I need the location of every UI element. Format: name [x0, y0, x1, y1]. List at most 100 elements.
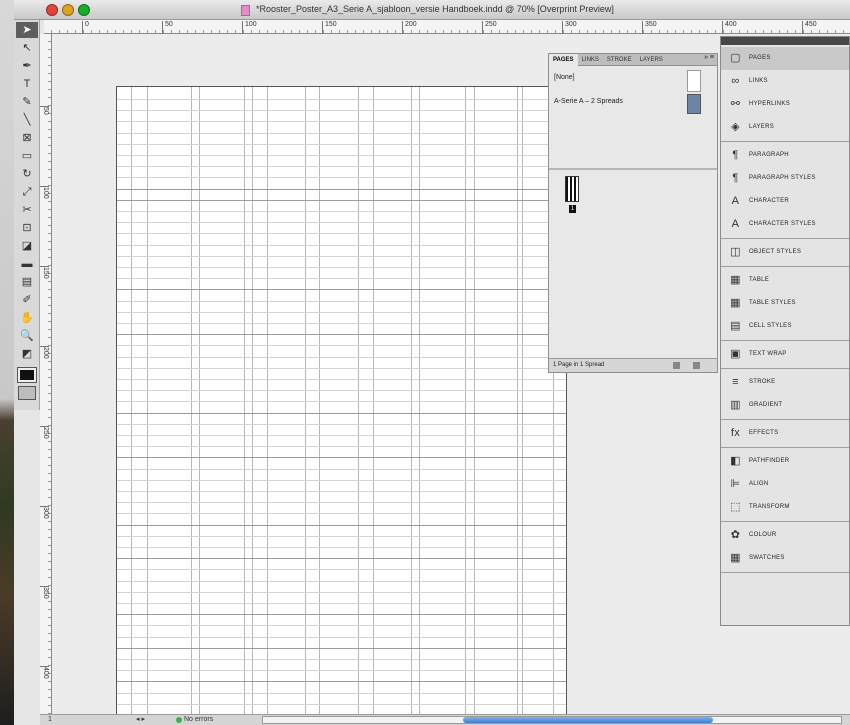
dock-item-hyperlinks[interactable]: ⚯ HYPERLINKS	[721, 93, 849, 116]
new-page-icon[interactable]	[673, 362, 680, 369]
dock-item-character-styles[interactable]: A CHARACTER STYLES	[721, 213, 849, 236]
column-guide[interactable]	[199, 87, 200, 725]
column-guide[interactable]	[465, 87, 466, 725]
hand-tool[interactable]: ✋	[16, 310, 38, 326]
fill-stroke-tool[interactable]: ◩	[16, 346, 38, 362]
dock-item-transform[interactable]: ⬚ TRANSFORM	[721, 496, 849, 519]
rectangle-tool[interactable]: ▭	[16, 148, 38, 164]
dock-item-links[interactable]: ∞ LINKS	[721, 70, 849, 93]
page-thumbnail[interactable]	[565, 176, 579, 202]
column-guide[interactable]	[267, 87, 268, 725]
baseline-guide[interactable]	[117, 457, 566, 459]
baseline-guide[interactable]	[117, 166, 566, 168]
delete-page-icon[interactable]	[693, 362, 700, 369]
baseline-guide[interactable]	[117, 334, 566, 336]
dock-item-swatches[interactable]: ▦ SWATCHES	[721, 547, 849, 570]
page-navigation-buttons[interactable]: ◂ ▸	[136, 715, 145, 725]
direct-selection-tool[interactable]: ↖	[16, 40, 38, 56]
baseline-guide[interactable]	[117, 99, 566, 100]
type-tool[interactable]: T	[16, 76, 38, 92]
column-guide[interactable]	[522, 87, 523, 725]
baseline-guide[interactable]	[117, 345, 566, 347]
master-a-label[interactable]: A-Serie A – 2 Spreads	[554, 98, 623, 105]
column-guide[interactable]	[131, 87, 132, 725]
baseline-guide[interactable]	[117, 468, 566, 470]
baseline-guide[interactable]	[117, 356, 566, 358]
column-guide[interactable]	[358, 87, 359, 725]
baseline-guide[interactable]	[117, 647, 566, 649]
panel-menu-button[interactable]: » ≡	[704, 54, 714, 61]
horizontal-scrollbar[interactable]	[262, 716, 842, 724]
dock-item-character[interactable]: A CHARACTER	[721, 190, 849, 213]
baseline-guide[interactable]	[117, 255, 566, 257]
note-tool[interactable]: ▤	[16, 274, 38, 290]
column-guide[interactable]	[305, 87, 306, 725]
vertical-ruler[interactable]: 50 100 150 200 250 300 350 400	[40, 34, 52, 714]
baseline-guide[interactable]	[117, 289, 566, 291]
baseline-guide[interactable]	[117, 547, 566, 548]
baseline-guide[interactable]	[117, 603, 566, 604]
zoom-tool[interactable]: 🔍	[16, 328, 38, 344]
baseline-guide[interactable]	[117, 591, 566, 593]
baseline-guide[interactable]	[117, 110, 566, 112]
baseline-guide[interactable]	[117, 491, 566, 492]
dock-item-effects[interactable]: fx EFFECTS	[721, 422, 849, 445]
line-tool[interactable]: ╲	[16, 112, 38, 128]
baseline-guide[interactable]	[117, 311, 566, 313]
baseline-guide[interactable]	[117, 132, 566, 134]
pencil-tool[interactable]: ✎	[16, 94, 38, 110]
dock-item-gradient[interactable]: ▥ GRADIENT	[721, 394, 849, 417]
scissors-tool[interactable]: ✂	[16, 202, 38, 218]
baseline-guide[interactable]	[117, 625, 566, 627]
baseline-guide[interactable]	[117, 379, 566, 380]
baseline-guide[interactable]	[117, 513, 566, 515]
tab-stroke[interactable]: STROKE	[603, 54, 636, 66]
free-transform-tool[interactable]: ⊡	[16, 220, 38, 236]
baseline-guide[interactable]	[117, 692, 566, 694]
master-none-thumbnail[interactable]	[687, 70, 701, 92]
dock-item-paragraph-styles[interactable]: ¶ PARAGRAPH STYLES	[721, 167, 849, 190]
document-page[interactable]	[116, 86, 567, 725]
gradient-feather-tool[interactable]: ▬	[16, 256, 38, 272]
baseline-guide[interactable]	[117, 558, 566, 560]
baseline-guide[interactable]	[117, 367, 566, 369]
scrollbar-thumb[interactable]	[463, 717, 713, 723]
dock-item-align[interactable]: ⊫ ALIGN	[721, 473, 849, 496]
eyedropper-tool[interactable]: ✐	[16, 292, 38, 308]
column-guide[interactable]	[244, 87, 245, 725]
baseline-guide[interactable]	[117, 188, 566, 190]
dock-item-object-styles[interactable]: ◫ OBJECT STYLES	[721, 241, 849, 264]
master-a-thumbnail[interactable]	[687, 94, 701, 114]
baseline-guide[interactable]	[117, 502, 566, 504]
baseline-guide[interactable]	[117, 155, 566, 156]
dock-item-table[interactable]: ▦ TABLE	[721, 269, 849, 292]
master-none-label[interactable]: [None]	[554, 74, 575, 81]
dock-item-text-wrap[interactable]: ▣ TEXT WRAP	[721, 343, 849, 366]
baseline-guide[interactable]	[117, 681, 566, 683]
title-bar[interactable]: *Rooster_Poster_A3_Serie A_sjabloon_vers…	[14, 0, 850, 20]
baseline-guide[interactable]	[117, 423, 566, 425]
column-guide[interactable]	[252, 87, 253, 725]
baseline-guide[interactable]	[117, 479, 566, 481]
column-guide[interactable]	[373, 87, 374, 725]
baseline-guide[interactable]	[117, 177, 566, 179]
baseline-guide[interactable]	[117, 233, 566, 235]
panel-divider[interactable]	[549, 168, 717, 170]
baseline-guide[interactable]	[117, 211, 566, 212]
close-window-button[interactable]	[46, 4, 58, 16]
dock-item-paragraph[interactable]: ¶ PARAGRAPH	[721, 144, 849, 167]
column-guide[interactable]	[474, 87, 475, 725]
baseline-guide[interactable]	[117, 580, 566, 582]
tab-layers[interactable]: LAYERS	[636, 54, 667, 66]
rotate-tool[interactable]: ↻	[16, 166, 38, 182]
baseline-guide[interactable]	[117, 636, 566, 638]
dock-item-colour[interactable]: ✿ COLOUR	[721, 524, 849, 547]
baseline-guide[interactable]	[117, 244, 566, 246]
dock-item-cell-styles[interactable]: ▤ CELL STYLES	[721, 315, 849, 338]
horizontal-ruler[interactable]: 0 50 100 150 200 250 300 350 400 450	[44, 20, 850, 34]
dock-header[interactable]	[721, 37, 849, 45]
rectangle-frame-tool[interactable]: ⊠	[16, 130, 38, 146]
baseline-guide[interactable]	[117, 703, 566, 705]
baseline-guide[interactable]	[117, 143, 566, 145]
pen-tool[interactable]: ✒	[16, 58, 38, 74]
